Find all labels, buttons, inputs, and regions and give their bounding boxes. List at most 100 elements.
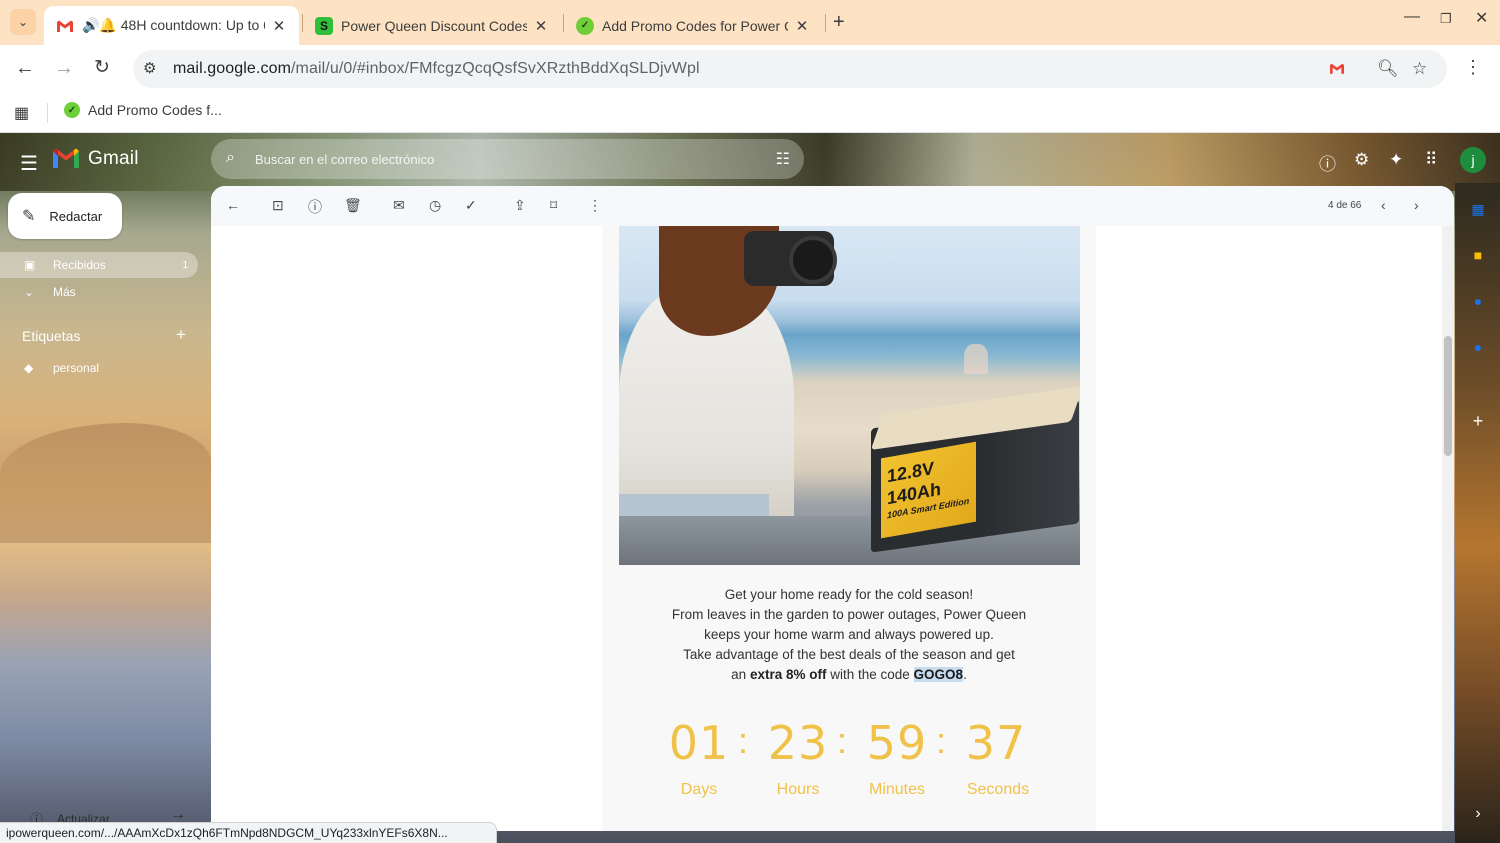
tab-add-promo-codes[interactable]: ✓ Add Promo Codes for Power Q ✕ [564,6,822,45]
theme-background [0,543,211,843]
message-toolbar: ← ⊡ ⓘ 🗑︎ ✉ ◷ ✓ ⇪ ⌑ ⋮ 4 de 66 ‹ › [211,186,1454,226]
gmail-favicon-icon [56,17,74,35]
chevron-left-icon[interactable]: ‹ [1381,197,1386,213]
promo-line: an extra 8% off with the code GOGO8. [602,665,1096,685]
labels-heading: Etiquetas [22,328,81,344]
main-menu-icon[interactable]: ☰ [20,151,38,176]
theme-background [1455,183,1500,843]
email-body: 12.8V 140Ah 100A Smart Edition Get your … [602,226,1096,831]
countdown-separator: : [737,720,748,761]
tab-title: 🔊🔔 48H countdown: Up to 60% [82,17,265,33]
promo-line: From leaves in the garden to power outag… [671,607,1027,622]
delete-icon[interactable]: 🗑︎ [344,197,362,214]
countdown-timer: 01 : 23 : 59 : 37 Days Hours Minutes Sec… [664,716,1034,806]
pencil-icon: ✎ [22,208,36,225]
minimize-icon[interactable]: — [1404,8,1420,26]
zoom-icon[interactable]: 🔍︎ [1377,59,1399,79]
new-tab-button[interactable]: + [833,11,845,33]
compose-label: Redactar [49,208,103,224]
gmail-extension-icon[interactable] [1330,59,1344,79]
promo-text-part: . [963,667,967,682]
mark-unread-icon[interactable]: ✉ [393,197,405,214]
scrollbar-track[interactable] [1442,226,1454,831]
report-spam-icon[interactable]: ⓘ [308,197,322,217]
contacts-icon[interactable]: ● [1468,339,1488,355]
inbox-icon: ▣ [24,258,36,272]
tab-strip: ⌄ 🔊🔔 48H countdown: Up to 60% ✕ S Power … [0,0,1500,45]
countdown-label: Minutes [868,781,926,798]
sidebar-item-label: Más [53,285,76,299]
back-arrow-icon[interactable]: ← [15,57,35,79]
url-text[interactable]: mail.google.com/mail/u/0/#inbox/FMfcgzQc… [173,60,700,78]
sidebar-item-inbox[interactable]: ▣ Recibidos 1 [0,252,198,278]
snooze-clock-icon[interactable]: ◷ [429,197,441,214]
promo-text: Get your home ready for the cold season!… [602,585,1096,685]
bookmark-star-icon[interactable]: ☆ [1412,59,1427,79]
close-icon[interactable]: ✕ [794,17,810,35]
gmail-logo[interactable]: Gmail [53,148,139,170]
tab-title: Power Queen Discount Codes ( [341,17,527,34]
expand-panel-icon[interactable]: › [1468,805,1488,823]
restore-icon[interactable]: ❐ [1440,11,1452,27]
apps-grid-icon[interactable]: ▦ [14,103,29,123]
hero-image[interactable]: 12.8V 140Ah 100A Smart Edition [619,226,1080,565]
browser-toolbar: ← → ↻ ⚙ mail.google.com/mail/u/0/#inbox/… [0,45,1500,93]
tab-search-button[interactable]: ⌄ [10,9,36,35]
reading-pane: ← ⊡ ⓘ 🗑︎ ✉ ◷ ✓ ⇪ ⌑ ⋮ 4 de 66 ‹ › 12.8V 1… [211,186,1454,831]
theme-background [0,423,211,553]
gemini-sparkle-icon[interactable]: ✦ [1389,150,1403,170]
search-icon[interactable]: ⌕ [226,149,235,167]
help-icon[interactable]: ⓘ [1319,150,1336,175]
add-label-icon[interactable]: + [176,325,186,345]
add-addon-icon[interactable]: + [1468,411,1488,432]
sidebar-item-more[interactable]: ⌄ Más [0,279,76,305]
sidebar-item-label: Recibidos [53,258,106,272]
forward-arrow-icon[interactable]: → [54,57,74,79]
leaf-favicon-icon: ✓ [576,16,594,35]
promo-line: Take advantage of the best deals of the … [683,647,1015,662]
google-apps-icon[interactable]: ⠿ [1425,150,1437,170]
address-bar[interactable]: ⚙ mail.google.com/mail/u/0/#inbox/FMfcgz… [133,50,1447,88]
archive-icon[interactable]: ⊡ [272,197,284,214]
promo-code[interactable]: GOGO8 [913,667,964,682]
promo-text-part: an [731,667,750,682]
bookmark-add-promo-codes[interactable]: ✓ Add Promo Codes f... [64,102,222,118]
countdown-separator: : [836,720,847,761]
countdown-seconds: 37 [965,716,1027,770]
message-pager: 4 de 66 [1328,200,1362,211]
unread-count: 1 [182,259,188,271]
window-close-icon[interactable]: ✕ [1475,8,1488,28]
compose-button[interactable]: ✎ Redactar [8,193,122,239]
s-favicon-icon: S [315,16,333,35]
search-input[interactable] [255,147,745,171]
status-bar-url: ipowerqueen.com/.../AAAmXcDx1zQh6FTmNpd8… [0,822,497,843]
label-tag-icon[interactable]: ⌑ [550,197,557,214]
promo-line: Get your home ready for the cold season! [724,587,974,602]
search-options-icon[interactable]: ☷ [776,149,790,169]
back-to-inbox-icon[interactable]: ← [226,197,240,213]
site-info-icon[interactable]: ⚙ [143,59,156,77]
chevron-right-icon[interactable]: › [1414,197,1419,213]
browser-menu-icon[interactable]: ⋮ [1464,57,1482,78]
calendar-icon[interactable]: ▦ [1468,201,1488,218]
keep-icon[interactable]: ■ [1468,247,1488,263]
settings-gear-icon[interactable]: ⚙ [1354,150,1369,170]
close-icon[interactable]: ✕ [271,17,287,35]
gmail-wordmark: Gmail [88,148,139,169]
avatar[interactable]: j [1460,147,1486,173]
image-beach-people [964,344,988,374]
add-task-icon[interactable]: ✓ [465,197,477,214]
sidebar-item-label-personal[interactable]: ◆ personal [0,355,99,381]
move-to-icon[interactable]: ⇪ [514,197,526,214]
reload-icon[interactable]: ↻ [94,57,110,79]
tab-gmail[interactable]: 🔊🔔 48H countdown: Up to 60% ✕ [44,6,299,45]
more-options-icon[interactable]: ⋮ [588,197,602,214]
chevron-down-icon: ⌄ [24,285,35,299]
tasks-icon[interactable]: ● [1468,293,1488,309]
scrollbar-thumb[interactable] [1444,336,1452,456]
countdown-days: 01 [668,716,730,770]
tab-power-queen-codes[interactable]: S Power Queen Discount Codes ( ✕ [303,6,561,45]
countdown-hours: 23 [767,716,829,770]
close-icon[interactable]: ✕ [533,17,549,35]
promo-text-part: with the code [826,667,914,682]
